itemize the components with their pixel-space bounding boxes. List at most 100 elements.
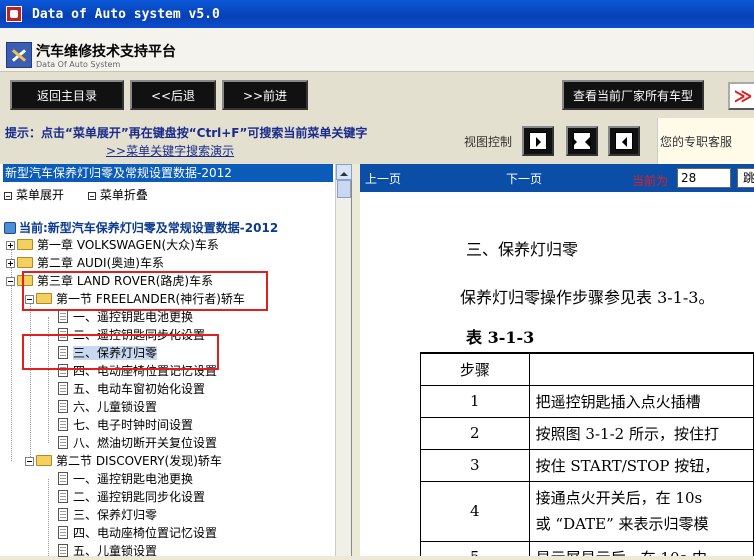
steps-table: 步骤 1 把遥控钥匙插入点火插槽 2 按照图 3-1-2 所示，按住打 3 按住 ST… [420, 352, 754, 556]
tree-item[interactable]: 五、儿童锁设置 [58, 542, 157, 560]
collapse-icon [87, 192, 96, 200]
chapter-label: 第二章 AUDI(奥迪)车系 [37, 256, 164, 270]
tree-item[interactable]: 八、燃油切断开关复位设置 [58, 434, 217, 452]
step-description: 显示屏显示后，在 10s 内 [528, 540, 754, 556]
step-column-header: 步骤 [420, 352, 530, 386]
expand-right-button[interactable] [522, 126, 554, 156]
doc-heading: 三、保养灯归零 [466, 240, 579, 259]
document-icon [58, 310, 68, 323]
folder-icon [17, 257, 33, 268]
step-number: 2 [420, 416, 530, 450]
customer-service-label: 您的专职客服 [660, 135, 733, 149]
collapse-menu-label: 菜单折叠 [99, 188, 148, 202]
book-icon [4, 222, 16, 234]
page-number-input[interactable]: 28 [677, 168, 731, 188]
expand-icon [4, 192, 12, 200]
table-row: 3 按住 START/STOP 按钮， [420, 448, 754, 482]
item-label: 二、遥控钥匙同步化设置 [73, 490, 206, 504]
tree-item[interactable]: 七、电子时钟时间设置 [58, 416, 193, 434]
document-icon [58, 544, 68, 557]
scroll-up-icon[interactable] [336, 164, 352, 180]
arrow-left-icon [615, 132, 633, 150]
item-label: 一、遥控钥匙电池更换 [73, 310, 194, 324]
main-toolbar: 返回主目录 <<后退 >>前进 查看当前厂家所有车型 ≫ [0, 72, 754, 118]
search-demo-link[interactable]: >>菜单关键字搜索演示 [106, 142, 234, 159]
tree-line [30, 299, 31, 461]
view-control-label: 视图控制 [464, 135, 513, 149]
current-page-label: 当前为 [632, 174, 669, 188]
brand-subtitle: Data Of Auto System [36, 60, 121, 69]
tree-scrollbar[interactable] [335, 164, 352, 556]
brand-header: 汽车维修技术支持平台 Data Of Auto System [0, 28, 754, 72]
split-view-button[interactable] [566, 126, 598, 156]
step-number: 4 [420, 480, 530, 542]
home-button-label: 返回主目录 [36, 88, 97, 103]
folder-icon [17, 239, 33, 250]
window-title: Data of Auto system v5.0 [32, 6, 220, 22]
current-book-label: 当前:新型汽车保养灯归零及常规设置数据-2012 [19, 221, 279, 235]
item-label: 八、燃油切断开关复位设置 [73, 436, 218, 450]
document-icon [58, 382, 68, 395]
tree-item[interactable]: 三、保养灯归零 [58, 506, 157, 524]
document-icon [58, 436, 68, 449]
next-page-button[interactable]: 下一页 [506, 170, 542, 187]
document-icon [58, 400, 68, 413]
forward-button[interactable]: >>前进 [222, 80, 308, 110]
jump-button[interactable]: 跳 [737, 168, 754, 188]
item-label: 七、电子时钟时间设置 [73, 418, 194, 432]
table-caption: 表 3-1-3 [466, 328, 535, 347]
table-row: 1 把遥控钥匙插入点火插槽 [420, 384, 754, 418]
back-button[interactable]: <<后退 [130, 80, 216, 110]
document-page: 三、保养灯归零 保养灯归零操作步骤参见表 3-1-3。 表 3-1-3 步骤 1… [360, 192, 754, 556]
tree-item[interactable]: 五、电动车窗初始化设置 [58, 380, 205, 398]
step-description-line: 接通点火开关后，在 10s [535, 489, 703, 507]
collapse-minus-icon [25, 457, 34, 466]
current-book[interactable]: 当前:新型汽车保养灯归零及常规设置数据-2012 [4, 219, 278, 236]
folder-open-icon [36, 455, 52, 466]
expand-left-button[interactable] [608, 126, 640, 156]
back-button-label: <<后退 [150, 88, 196, 103]
tree-item[interactable]: 二、遥控钥匙同步化设置 [58, 488, 205, 506]
tree-section-2[interactable]: 第二节 DISCOVERY(发现)轿车 [25, 452, 222, 470]
prev-page-button[interactable]: 上一页 [365, 170, 401, 187]
tree-item[interactable]: 六、儿童锁设置 [58, 398, 157, 416]
all-models-button[interactable]: 查看当前厂家所有车型 [562, 80, 704, 110]
collapse-minus-icon [6, 277, 15, 286]
table-row: 4 接通点火开关后，在 10s 或 “DATE” 来表示归零模 [420, 480, 754, 542]
tree-line [48, 479, 49, 556]
tree-item[interactable]: 一、遥控钥匙电池更换 [58, 470, 193, 488]
brand-title: 汽车维修技术支持平台 [36, 44, 176, 60]
document-icon [58, 508, 68, 521]
tree-chapter-1[interactable]: 第一章 VOLKSWAGEN(大众)车系 [6, 236, 219, 254]
item-label: 四、电动座椅位置记忆设置 [73, 526, 218, 540]
document-icon [58, 490, 68, 503]
scroll-thumb[interactable] [337, 180, 351, 198]
tree-chapter-2[interactable]: 第二章 AUDI(奥迪)车系 [6, 254, 164, 272]
highlight-box [22, 334, 219, 370]
item-label: 一、遥控钥匙电池更换 [73, 472, 194, 486]
table-header-cell [528, 352, 754, 386]
document-icon [58, 472, 68, 485]
doc-paragraph: 保养灯归零操作步骤参见表 3-1-3。 [460, 288, 715, 307]
step-number: 1 [420, 384, 530, 418]
step-number: 3 [420, 448, 530, 482]
collapse-menu-button[interactable]: 菜单折叠 [87, 188, 158, 202]
expand-menu-label: 菜单展开 [16, 188, 65, 202]
section-label: 第二节 DISCOVERY(发现)轿车 [56, 454, 222, 468]
arrow-right-icon [529, 132, 547, 150]
highlight-box [22, 271, 268, 311]
hint-text: 提示：点击“菜单展开”再在键盘按“Ctrl+F”可搜索当前菜单关键字 [5, 126, 368, 140]
home-button[interactable]: 返回主目录 [10, 80, 124, 110]
table-header-row: 步骤 [420, 352, 754, 386]
step-description-line: 或 “DATE” 来表示归零模 [535, 515, 709, 533]
more-chevron-icon[interactable]: ≫ [728, 82, 754, 110]
document-viewer: 上一页 下一页 当前为 28 跳 三、保养灯归零 保养灯归零操作步骤参见表 3-… [360, 164, 754, 556]
tree-item[interactable]: 四、电动座椅位置记忆设置 [58, 524, 217, 542]
expand-menu-button[interactable]: 菜单展开 [4, 188, 74, 202]
expand-plus-icon [6, 259, 15, 268]
view-control: 视图控制 [460, 118, 660, 164]
tree-actions: 菜单展开 菜单折叠 [4, 186, 168, 203]
step-description: 接通点火开关后，在 10s 或 “DATE” 来表示归零模 [528, 480, 754, 542]
customer-service[interactable]: 您的专职客服 [657, 118, 754, 164]
expand-plus-icon [6, 241, 15, 250]
